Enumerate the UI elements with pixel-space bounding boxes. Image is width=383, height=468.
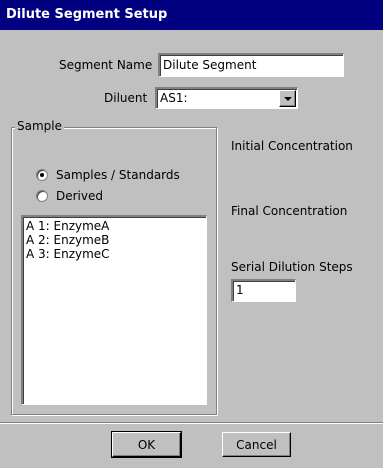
diluent-select[interactable]: AS1: [155,87,298,109]
diluent-value: AS1: [160,91,188,105]
sample-listbox[interactable]: A 1: EnzymeA A 2: EnzymeB A 3: EnzymeC [21,215,207,405]
dilute-segment-setup-dialog: Dilute Segment Setup Segment Name Dilute… [0,0,383,468]
radio-samples-standards-label: Samples / Standards [56,168,180,182]
list-item[interactable]: A 1: EnzymeA [26,219,109,233]
serial-dilution-steps-label: Serial Dilution Steps [231,260,353,274]
segment-name-input[interactable]: Dilute Segment [158,53,344,77]
ok-button-label: OK [137,438,156,452]
list-item[interactable]: A 2: EnzymeB [26,233,109,247]
ok-button[interactable]: OK [111,431,182,458]
cancel-button-label: Cancel [236,438,277,452]
diluent-dropdown-button[interactable] [279,90,296,107]
serial-dilution-steps-value: 1 [236,283,244,297]
initial-concentration-label: Initial Concentration [231,139,353,153]
list-item[interactable]: A 3: EnzymeC [26,247,110,261]
serial-dilution-steps-input[interactable]: 1 [231,279,296,302]
radio-selected-dot [40,173,44,177]
radio-button-icon [36,169,48,181]
diluent-label: Diluent [104,91,148,105]
title-bar[interactable]: Dilute Segment Setup [0,0,383,30]
window-title: Dilute Segment Setup [6,7,168,22]
final-concentration-label: Final Concentration [231,204,348,218]
sample-group-title: Sample [15,119,64,133]
segment-name-label: Segment Name [59,58,153,72]
dialog-body: Segment Name Dilute Segment Diluent AS1:… [0,30,383,468]
button-bar-separator [0,422,383,424]
segment-name-value: Dilute Segment [163,58,257,72]
chevron-down-icon [284,97,292,101]
radio-button-icon [36,190,48,202]
cancel-button[interactable]: Cancel [222,432,291,457]
radio-derived-label: Derived [56,189,103,203]
